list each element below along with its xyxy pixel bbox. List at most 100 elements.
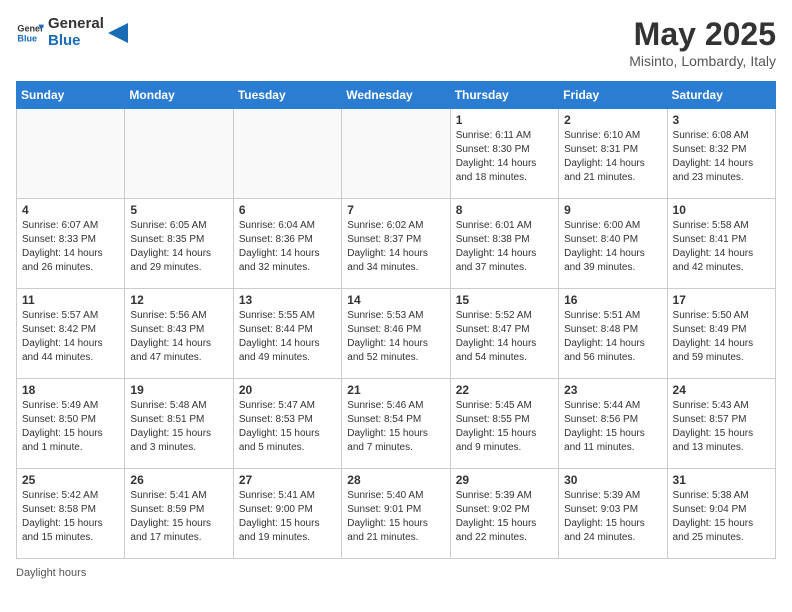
header-cell-monday: Monday	[125, 82, 233, 109]
calendar-table: SundayMondayTuesdayWednesdayThursdayFrid…	[16, 81, 776, 559]
day-info: Sunrise: 5:39 AM Sunset: 9:02 PM Dayligh…	[456, 489, 553, 545]
header-cell-thursday: Thursday	[450, 82, 558, 109]
day-cell: 6 Sunrise: 6:04 AM Sunset: 8:36 PM Daylig…	[233, 199, 341, 289]
day-number: 10	[673, 203, 770, 217]
day-cell: 16 Sunrise: 5:51 AM Sunset: 8:48 PM Dayli…	[559, 289, 667, 379]
day-cell: 1Sunrise: 6:11 AM Sunset: 8:30 PM Daylig…	[450, 109, 558, 199]
day-number: 22	[456, 383, 553, 397]
day-info: Sunrise: 5:39 AM Sunset: 9:03 PM Dayligh…	[564, 489, 661, 545]
day-number: 26	[130, 473, 227, 487]
day-info: Sunrise: 5:45 AM Sunset: 8:55 PM Dayligh…	[456, 399, 553, 455]
day-number: 28	[347, 473, 444, 487]
day-number: 11	[22, 293, 119, 307]
day-number: 8	[456, 203, 553, 217]
day-info: Sunrise: 6:04 AM Sunset: 8:36 PM Dayligh…	[239, 219, 336, 275]
day-cell: 10 Sunrise: 5:58 AM Sunset: 8:41 PM Dayli…	[667, 199, 775, 289]
day-info: Sunrise: 6:02 AM Sunset: 8:37 PM Dayligh…	[347, 219, 444, 275]
day-cell: 30 Sunrise: 5:39 AM Sunset: 9:03 PM Dayli…	[559, 469, 667, 559]
day-info: Sunrise: 5:40 AM Sunset: 9:01 PM Dayligh…	[347, 489, 444, 545]
day-cell: 2Sunrise: 6:10 AM Sunset: 8:31 PM Daylig…	[559, 109, 667, 199]
day-number: 27	[239, 473, 336, 487]
day-info: Sunrise: 6:00 AM Sunset: 8:40 PM Dayligh…	[564, 219, 661, 275]
day-number: 6	[239, 203, 336, 217]
page-header: General Blue General Blue May 2025 Misin…	[16, 16, 776, 69]
day-cell: 15 Sunrise: 5:52 AM Sunset: 8:47 PM Dayli…	[450, 289, 558, 379]
day-cell: 18Sunrise: 5:49 AM Sunset: 8:50 PM Dayli…	[17, 379, 125, 469]
header-cell-saturday: Saturday	[667, 82, 775, 109]
day-info: Sunrise: 5:44 AM Sunset: 8:56 PM Dayligh…	[564, 399, 661, 455]
day-info: Sunrise: 5:41 AM Sunset: 8:59 PM Dayligh…	[130, 489, 227, 545]
logo-blue-text: Blue	[48, 33, 104, 50]
day-cell: 23 Sunrise: 5:44 AM Sunset: 8:56 PM Dayli…	[559, 379, 667, 469]
day-number: 3	[673, 113, 770, 127]
day-info: Sunrise: 5:56 AM Sunset: 8:43 PM Dayligh…	[130, 309, 227, 365]
day-cell: 17 Sunrise: 5:50 AM Sunset: 8:49 PM Dayli…	[667, 289, 775, 379]
day-number: 20	[239, 383, 336, 397]
day-number: 31	[673, 473, 770, 487]
day-info: Sunrise: 6:05 AM Sunset: 8:35 PM Dayligh…	[130, 219, 227, 275]
day-number: 25	[22, 473, 119, 487]
day-number: 30	[564, 473, 661, 487]
day-info: Sunrise: 5:58 AM Sunset: 8:41 PM Dayligh…	[673, 219, 770, 275]
day-info: Sunrise: 6:08 AM Sunset: 8:32 PM Dayligh…	[673, 129, 770, 185]
header-cell-friday: Friday	[559, 82, 667, 109]
day-number: 13	[239, 293, 336, 307]
day-number: 12	[130, 293, 227, 307]
day-number: 4	[22, 203, 119, 217]
day-cell	[233, 109, 341, 199]
day-cell: 20 Sunrise: 5:47 AM Sunset: 8:53 PM Dayli…	[233, 379, 341, 469]
day-cell: 9 Sunrise: 6:00 AM Sunset: 8:40 PM Daylig…	[559, 199, 667, 289]
day-number: 7	[347, 203, 444, 217]
day-info: Sunrise: 5:38 AM Sunset: 9:04 PM Dayligh…	[673, 489, 770, 545]
calendar-header: SundayMondayTuesdayWednesdayThursdayFrid…	[17, 82, 776, 109]
day-cell: 27 Sunrise: 5:41 AM Sunset: 9:00 PM Dayli…	[233, 469, 341, 559]
day-number: 15	[456, 293, 553, 307]
svg-text:Blue: Blue	[17, 33, 37, 43]
day-info: Sunrise: 5:51 AM Sunset: 8:48 PM Dayligh…	[564, 309, 661, 365]
day-cell: 5 Sunrise: 6:05 AM Sunset: 8:35 PM Daylig…	[125, 199, 233, 289]
day-info: Sunrise: 6:07 AM Sunset: 8:33 PM Dayligh…	[22, 219, 119, 275]
day-number: 16	[564, 293, 661, 307]
day-cell: 22 Sunrise: 5:45 AM Sunset: 8:55 PM Dayli…	[450, 379, 558, 469]
day-cell: 7 Sunrise: 6:02 AM Sunset: 8:37 PM Daylig…	[342, 199, 450, 289]
day-info: Sunrise: 5:48 AM Sunset: 8:51 PM Dayligh…	[130, 399, 227, 455]
day-number: 19	[130, 383, 227, 397]
day-cell: 12 Sunrise: 5:56 AM Sunset: 8:43 PM Dayli…	[125, 289, 233, 379]
day-cell	[17, 109, 125, 199]
day-cell: 28 Sunrise: 5:40 AM Sunset: 9:01 PM Dayli…	[342, 469, 450, 559]
calendar-title: May 2025	[629, 16, 776, 53]
week-row-5: 25 Sunrise: 5:42 AM Sunset: 8:58 PM Dayli…	[17, 469, 776, 559]
day-number: 18	[22, 383, 119, 397]
day-info: Sunrise: 5:52 AM Sunset: 8:47 PM Dayligh…	[456, 309, 553, 365]
day-cell: 24Sunrise: 5:43 AM Sunset: 8:57 PM Dayli…	[667, 379, 775, 469]
day-cell: 11Sunrise: 5:57 AM Sunset: 8:42 PM Dayli…	[17, 289, 125, 379]
day-info: Sunrise: 5:41 AM Sunset: 9:00 PM Dayligh…	[239, 489, 336, 545]
day-number: 9	[564, 203, 661, 217]
week-row-3: 11Sunrise: 5:57 AM Sunset: 8:42 PM Dayli…	[17, 289, 776, 379]
day-cell: 29 Sunrise: 5:39 AM Sunset: 9:02 PM Dayli…	[450, 469, 558, 559]
day-cell	[342, 109, 450, 199]
logo: General Blue General Blue	[16, 16, 128, 49]
day-number: 29	[456, 473, 553, 487]
header-cell-sunday: Sunday	[17, 82, 125, 109]
header-cell-wednesday: Wednesday	[342, 82, 450, 109]
week-row-1: 1Sunrise: 6:11 AM Sunset: 8:30 PM Daylig…	[17, 109, 776, 199]
day-info: Sunrise: 5:47 AM Sunset: 8:53 PM Dayligh…	[239, 399, 336, 455]
day-number: 23	[564, 383, 661, 397]
day-cell: 3 Sunrise: 6:08 AM Sunset: 8:32 PM Daylig…	[667, 109, 775, 199]
day-info: Sunrise: 6:10 AM Sunset: 8:31 PM Dayligh…	[564, 129, 661, 185]
day-info: Sunrise: 5:50 AM Sunset: 8:49 PM Dayligh…	[673, 309, 770, 365]
day-cell: 31 Sunrise: 5:38 AM Sunset: 9:04 PM Dayli…	[667, 469, 775, 559]
day-number: 5	[130, 203, 227, 217]
day-number: 17	[673, 293, 770, 307]
day-info: Sunrise: 6:11 AM Sunset: 8:30 PM Dayligh…	[456, 129, 553, 185]
day-info: Sunrise: 6:01 AM Sunset: 8:38 PM Dayligh…	[456, 219, 553, 275]
day-cell	[125, 109, 233, 199]
day-cell: 8 Sunrise: 6:01 AM Sunset: 8:38 PM Daylig…	[450, 199, 558, 289]
calendar-body: 1Sunrise: 6:11 AM Sunset: 8:30 PM Daylig…	[17, 109, 776, 559]
day-cell: 25 Sunrise: 5:42 AM Sunset: 8:58 PM Dayli…	[17, 469, 125, 559]
day-info: Sunrise: 5:42 AM Sunset: 8:58 PM Dayligh…	[22, 489, 119, 545]
day-cell: 19 Sunrise: 5:48 AM Sunset: 8:51 PM Dayli…	[125, 379, 233, 469]
day-number: 24	[673, 383, 770, 397]
logo-icon: General Blue	[16, 19, 44, 47]
